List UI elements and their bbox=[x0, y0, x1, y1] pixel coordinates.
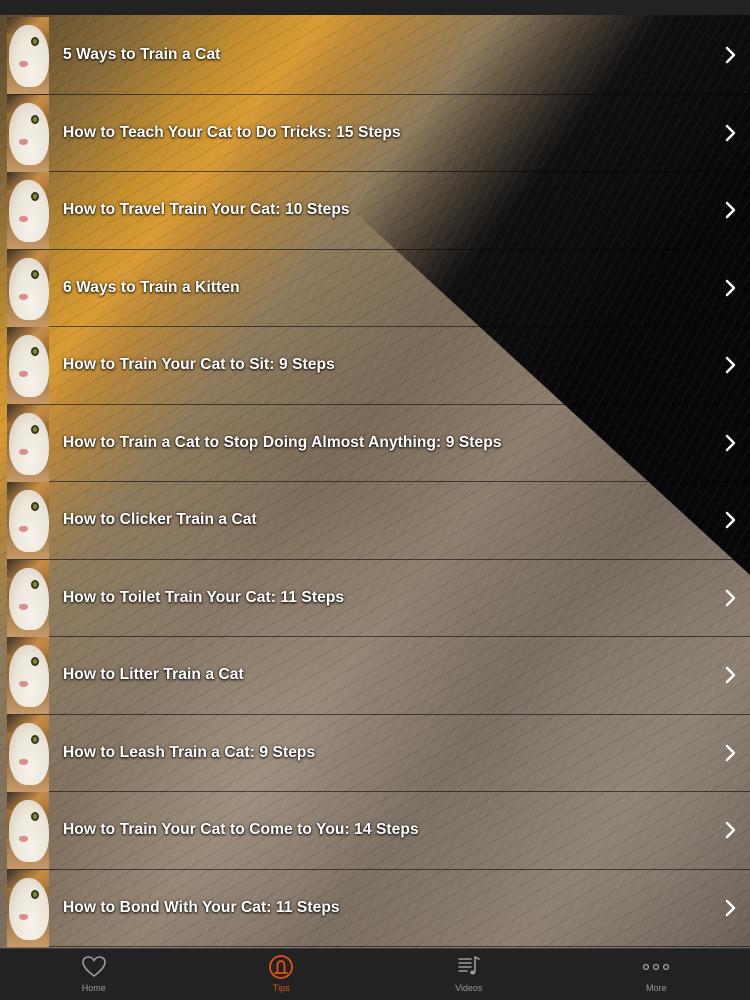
list-item-label: How to Clicker Train a Cat bbox=[63, 511, 257, 529]
tips-list: 5 Ways to Train a Cat How to Teach Your … bbox=[7, 17, 750, 948]
cat-thumbnail bbox=[7, 327, 49, 404]
list-item[interactable]: 6 Ways to Train a Kitten bbox=[7, 249, 750, 327]
cat-thumbnail bbox=[7, 17, 49, 94]
tab-more[interactable]: More bbox=[563, 949, 750, 1000]
list-item-label: 5 Ways to Train a Cat bbox=[63, 46, 221, 64]
list-item-label: How to Train Your Cat to Come to You: 14… bbox=[63, 821, 419, 839]
chevron-right-icon bbox=[725, 744, 736, 761]
chevron-right-icon bbox=[725, 357, 736, 374]
tab-home[interactable]: Home bbox=[0, 949, 188, 1000]
cat-thumbnail bbox=[7, 482, 49, 559]
tab-label: More bbox=[645, 983, 667, 993]
list-item-label: How to Leash Train a Cat: 9 Steps bbox=[63, 743, 316, 761]
chevron-right-icon bbox=[725, 589, 736, 606]
cat-thumbnail bbox=[7, 637, 49, 714]
list-item[interactable]: How to Leash Train a Cat: 9 Steps bbox=[7, 714, 750, 792]
chevron-right-icon bbox=[725, 124, 736, 141]
list-item-label: How to Train Your Cat to Sit: 9 Steps bbox=[63, 356, 335, 374]
list-item[interactable]: How to Train Your Cat to Come to You: 14… bbox=[7, 792, 750, 870]
list-item[interactable]: How to Bond With Your Cat: 11 Steps bbox=[7, 869, 750, 947]
chevron-right-icon bbox=[725, 202, 736, 219]
list-item-label: How to Bond With Your Cat: 11 Steps bbox=[63, 898, 340, 916]
list-item-label: How to Travel Train Your Cat: 10 Steps bbox=[63, 201, 350, 219]
tips-icon bbox=[269, 955, 294, 979]
list-item[interactable]: How to Travel Train Your Cat: 10 Steps bbox=[7, 172, 750, 250]
tab-label: Home bbox=[81, 983, 106, 993]
tab-label: Tips bbox=[272, 983, 290, 993]
list-item[interactable]: How to Train Your Cat to Sit: 9 Steps bbox=[7, 327, 750, 405]
list-item-label: How to Train a Cat to Stop Doing Almost … bbox=[63, 433, 502, 451]
cat-thumbnail bbox=[7, 869, 49, 947]
list-item[interactable]: How to Litter Train a Cat bbox=[7, 637, 750, 715]
cat-thumbnail bbox=[7, 559, 49, 637]
chevron-right-icon bbox=[725, 47, 736, 64]
cat-thumbnail bbox=[7, 249, 49, 327]
list-item[interactable]: How to Teach Your Cat to Do Tricks: 15 S… bbox=[7, 94, 750, 172]
chevron-right-icon bbox=[725, 899, 736, 916]
cat-thumbnail bbox=[7, 714, 49, 792]
chevron-right-icon bbox=[725, 822, 736, 839]
app-screen: 5 Ways to Train a Cat How to Teach Your … bbox=[0, 0, 750, 1000]
tab-videos[interactable]: Videos bbox=[375, 949, 563, 1000]
tab-tips[interactable]: Tips bbox=[188, 949, 376, 1000]
list-item[interactable]: How to Toilet Train Your Cat: 11 Steps bbox=[7, 559, 750, 637]
cat-thumbnail bbox=[7, 792, 49, 869]
cat-thumbnail bbox=[7, 172, 49, 249]
list-item[interactable]: How to Clicker Train a Cat bbox=[7, 482, 750, 560]
list-item-label: 6 Ways to Train a Kitten bbox=[63, 278, 240, 296]
bottom-tab-bar: Home Tips Videos More bbox=[0, 948, 750, 1000]
list-item[interactable]: How to Train a Cat to Stop Doing Almost … bbox=[7, 404, 750, 482]
list-item-label: How to Teach Your Cat to Do Tricks: 15 S… bbox=[63, 123, 401, 141]
list-item-label: How to Toilet Train Your Cat: 11 Steps bbox=[63, 588, 345, 606]
top-bar bbox=[0, 0, 750, 16]
chevron-right-icon bbox=[725, 434, 736, 451]
list-item-label: How to Litter Train a Cat bbox=[63, 666, 244, 684]
cat-thumbnail bbox=[7, 94, 49, 172]
videos-icon bbox=[457, 956, 480, 975]
chevron-right-icon bbox=[725, 279, 736, 296]
list-item[interactable]: 5 Ways to Train a Cat bbox=[7, 17, 750, 95]
heart-icon bbox=[81, 956, 106, 977]
tab-label: Videos bbox=[455, 983, 483, 993]
cat-thumbnail bbox=[7, 404, 49, 482]
chevron-right-icon bbox=[725, 512, 736, 529]
more-icon bbox=[643, 963, 670, 971]
chevron-right-icon bbox=[725, 667, 736, 684]
